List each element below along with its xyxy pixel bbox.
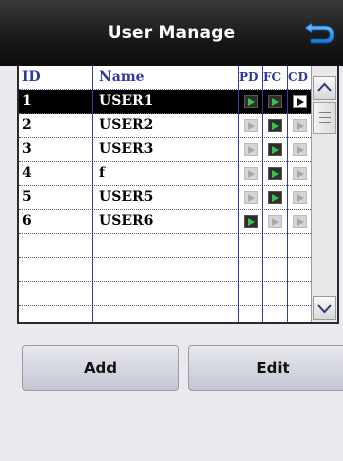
column-header-id: ID	[22, 69, 41, 85]
permission-enabled-icon	[268, 95, 282, 108]
user-table: ID Name PD FC CD 1 USER1 2 USER2 3 USER3 4 f 5 US…	[19, 66, 311, 322]
column-divider	[92, 66, 93, 322]
scroll-down-button[interactable]	[313, 296, 336, 320]
table-row[interactable]: 1 USER1	[19, 90, 311, 114]
permission-enabled-icon	[268, 167, 282, 180]
column-divider	[238, 66, 239, 322]
add-button[interactable]: Add	[22, 345, 179, 391]
permission-disabled-icon	[244, 167, 258, 180]
user-list-panel: ID Name PD FC CD 1 USER1 2 USER2 3 USER3 4 f 5 US…	[17, 66, 339, 324]
permission-disabled-icon	[244, 119, 258, 132]
permission-enabled-icon	[293, 95, 307, 108]
column-divider	[262, 66, 263, 322]
permission-enabled-icon	[244, 95, 258, 108]
permission-disabled-icon	[293, 119, 307, 132]
chevron-up-icon	[317, 82, 332, 92]
permission-disabled-icon	[244, 143, 258, 156]
table-header: ID Name PD FC CD	[19, 66, 311, 90]
user-name: USER6	[99, 213, 154, 229]
user-id: 5	[22, 189, 32, 205]
table-row[interactable]: 4f	[19, 162, 311, 186]
permission-enabled-icon	[268, 143, 282, 156]
page-title: User Manage	[107, 23, 236, 43]
vertical-scrollbar[interactable]	[311, 66, 337, 322]
user-name: USER5	[99, 189, 154, 205]
column-header-fc: FC	[263, 70, 282, 84]
title-bar: User Manage	[0, 0, 343, 66]
permission-disabled-icon	[244, 191, 258, 204]
chevron-down-icon	[317, 304, 332, 314]
column-divider	[287, 66, 288, 322]
edit-button[interactable]: Edit	[188, 345, 343, 391]
column-header-cd: CD	[288, 70, 308, 84]
permission-enabled-icon	[268, 191, 282, 204]
permission-enabled-icon	[244, 215, 258, 228]
permission-disabled-icon	[293, 143, 307, 156]
user-id: 1	[22, 93, 32, 109]
scroll-thumb[interactable]	[313, 102, 336, 134]
empty-row	[19, 258, 311, 282]
column-header-pd: PD	[239, 70, 259, 84]
user-id: 3	[22, 141, 32, 157]
table-row[interactable]: 2 USER2	[19, 114, 311, 138]
table-row[interactable]: 3 USER3	[19, 138, 311, 162]
permission-disabled-icon	[293, 215, 307, 228]
table-row[interactable]: 6 USER6	[19, 210, 311, 234]
user-name: USER1	[99, 93, 154, 109]
permission-disabled-icon	[293, 191, 307, 204]
user-id: 4	[22, 165, 32, 181]
empty-row	[19, 234, 311, 258]
empty-row	[19, 282, 311, 306]
user-name: USER3	[99, 141, 154, 157]
user-id: 6	[22, 213, 32, 229]
permission-disabled-icon	[268, 215, 282, 228]
user-name: USER2	[99, 117, 154, 133]
table-row[interactable]: 5 USER5	[19, 186, 311, 210]
scroll-up-button[interactable]	[313, 76, 336, 100]
user-id: 2	[22, 117, 32, 133]
permission-disabled-icon	[293, 167, 307, 180]
permission-enabled-icon	[268, 119, 282, 132]
back-arrow-icon	[304, 22, 335, 44]
column-header-name: Name	[99, 69, 145, 85]
back-button[interactable]	[303, 20, 337, 46]
user-name: f	[99, 165, 106, 181]
